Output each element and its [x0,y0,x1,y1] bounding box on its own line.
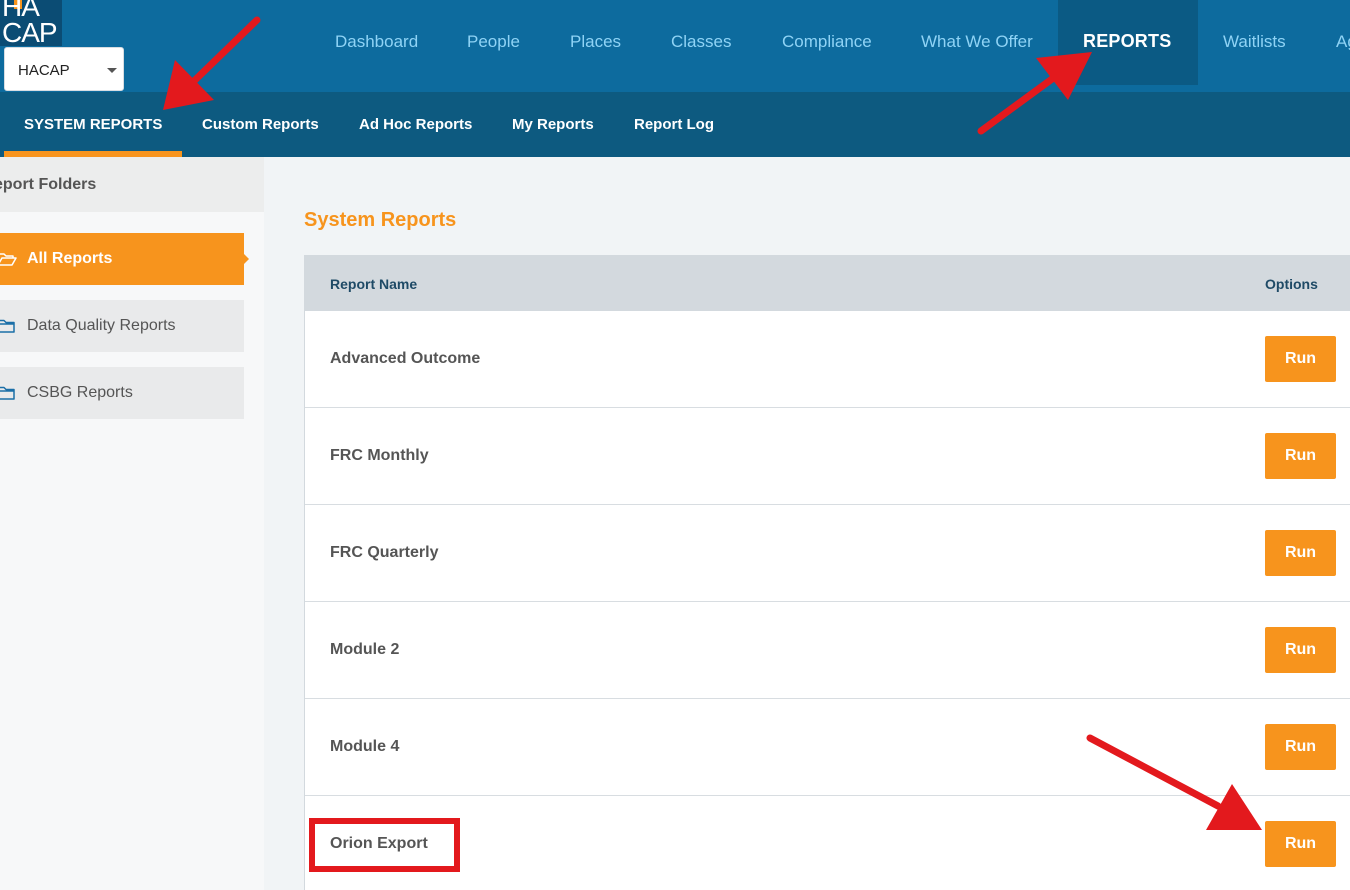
nav-reports-label: REPORTS [1083,31,1172,51]
folder-label: Data Quality Reports [27,317,176,334]
annotation-highlight-box [309,818,460,872]
nav-what-we-offer[interactable]: What We Offer [921,32,1033,52]
organization-select[interactable]: HACAP [4,47,124,91]
nav-truncated-item[interactable]: Ag [1336,32,1350,52]
folder-data-quality-reports[interactable]: Data Quality Reports [0,300,244,352]
run-button[interactable]: Run [1265,530,1336,576]
tab-system-reports[interactable]: SYSTEM REPORTS [24,116,162,133]
folders-header-label: eport Folders [0,176,97,193]
folder-all-reports[interactable]: All Reports [0,233,249,285]
folder-label: All Reports [27,250,113,267]
tab-ad-hoc-reports[interactable]: Ad Hoc Reports [359,116,472,133]
nav-dashboard[interactable]: Dashboard [335,32,418,52]
folder-label: CSBG Reports [27,384,133,401]
folders-header: eport Folders [0,157,264,212]
table-row: FRC Monthly Run [305,408,1350,505]
tab-my-reports[interactable]: My Reports [512,116,594,133]
hacap-logo[interactable]: HA CAP [0,0,62,46]
top-navigation-bar: HA CAP HACAP Dashboard People Places Clas… [0,0,1350,92]
caret-down-icon [107,68,117,73]
table-row: Module 4 Run [305,699,1350,796]
report-name: FRC Monthly [330,447,429,464]
report-name: FRC Quarterly [330,544,439,561]
logo-text: HA CAP [2,0,58,46]
tab-report-log[interactable]: Report Log [634,116,714,133]
nav-waitlists[interactable]: Waitlists [1223,32,1286,52]
nav-places[interactable]: Places [570,32,621,52]
report-name: Module 2 [330,641,400,658]
folder-icon [0,319,15,333]
nav-people[interactable]: People [467,32,520,52]
column-header-options: Options [1265,276,1318,292]
run-button[interactable]: Run [1265,821,1336,867]
table-row: Orion Export Run [305,796,1350,890]
column-header-report-name: Report Name [330,276,418,292]
run-button[interactable]: Run [1265,724,1336,770]
folder-open-icon [0,253,17,266]
nav-classes[interactable]: Classes [671,32,731,52]
table-header: Report Name Options [305,255,1350,311]
run-button[interactable]: Run [1265,433,1336,479]
page-title: System Reports [304,209,457,231]
report-folders-sidebar: eport Folders All Reports Data Quality R… [0,157,264,890]
table-row: Advanced Outcome Run [305,311,1350,408]
report-name: Advanced Outcome [330,350,481,367]
run-button[interactable]: Run [1265,627,1336,673]
organization-select-value: HACAP [18,62,70,79]
nav-compliance[interactable]: Compliance [782,32,872,52]
nav-reports[interactable]: REPORTS [1058,0,1198,85]
run-button[interactable]: Run [1265,336,1336,382]
folder-csbg-reports[interactable]: CSBG Reports [0,367,244,419]
table-row: FRC Quarterly Run [305,505,1350,602]
table-row: Module 2 Run [305,602,1350,699]
reports-subnavigation: SYSTEM REPORTS Custom Reports Ad Hoc Rep… [0,92,1350,157]
report-name: Module 4 [330,738,400,755]
tab-custom-reports[interactable]: Custom Reports [202,116,319,133]
system-reports-table: Report Name Options Advanced Outcome Run… [304,255,1350,890]
folder-icon [0,386,15,400]
